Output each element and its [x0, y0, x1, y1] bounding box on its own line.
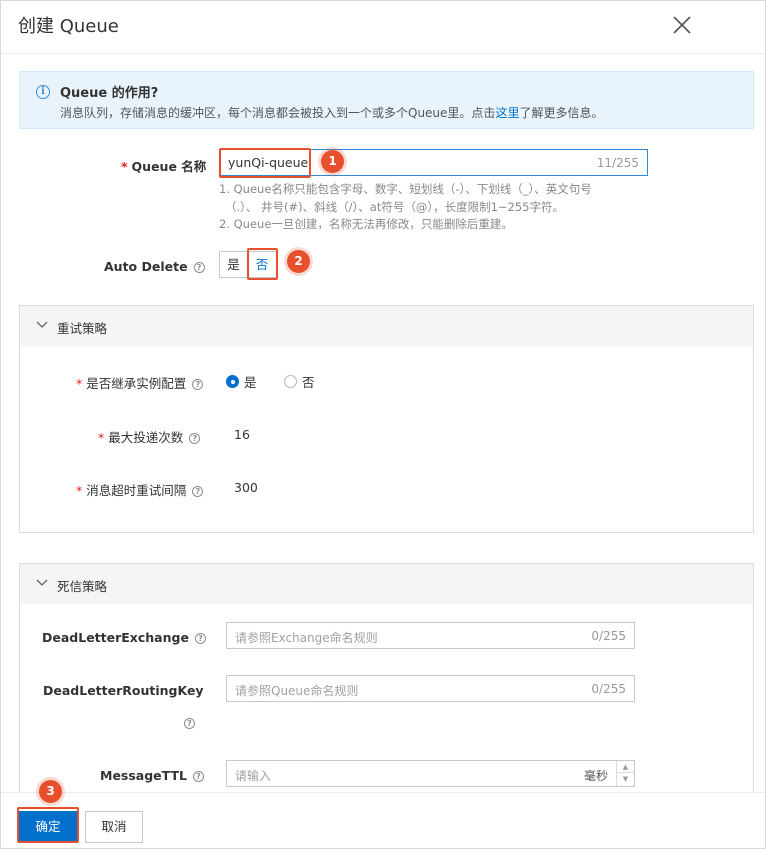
retry-policy-panel: 重试策略 * 是否继承实例配置? 是 否 * 最大投递次数? 16 * 消息超时重试间… — [19, 305, 754, 533]
ttl-stepper: ▲ ▼ — [616, 761, 634, 786]
retry-policy-title: 重试策略 — [57, 321, 108, 336]
inherit-no-label: 否 — [302, 375, 315, 390]
notice-text-before: 消息队列，存储消息的缓冲区，每个消息都会被投入到一个或多个Queue里。点击 — [60, 106, 496, 120]
dead-letter-routing-key-counter: 0/255 — [591, 682, 626, 696]
dead-letter-exchange-label-text: DeadLetterExchange — [42, 630, 189, 645]
timeout-interval-value: 300 — [234, 480, 258, 495]
hint-line-2: （.）、 井号(#)、斜线（/）、at符号（@），长度限制1~255字符。 — [225, 199, 565, 214]
cancel-button[interactable]: 取消 — [85, 811, 143, 843]
queue-name-label-text: Queue 名称 — [131, 159, 207, 174]
inherit-yes-radio[interactable]: 是 — [226, 372, 257, 391]
dead-letter-exchange-placeholder: 请参照Exchange命名规则 — [235, 631, 378, 645]
dead-letter-policy-title: 死信策略 — [57, 579, 108, 594]
learn-more-link[interactable]: 这里 — [495, 106, 519, 120]
dialog-body[interactable]: i Queue 的作用? 消息队列，存储消息的缓冲区，每个消息都会被投入到一个或… — [1, 54, 765, 792]
create-queue-dialog: 创建 Queue i Queue 的作用? 消息队列，存储消息的缓冲区，每个消息… — [0, 0, 766, 849]
dead-letter-exchange-counter: 0/255 — [591, 629, 626, 643]
retry-policy-header[interactable]: 重试策略 — [20, 306, 753, 346]
auto-delete-label: Auto Delete? — [104, 259, 205, 274]
queue-name-value: yunQi-queue — [228, 155, 309, 170]
stepper-up-icon[interactable]: ▲ — [617, 761, 634, 773]
max-delivery-value: 16 — [234, 427, 250, 442]
message-ttl-input[interactable]: 请输入 毫秒 ▲ ▼ — [226, 760, 635, 787]
message-ttl-placeholder: 请输入 — [235, 769, 272, 783]
dialog-footer: 确定 取消 — [1, 792, 765, 848]
auto-delete-yes[interactable]: 是 — [219, 251, 248, 278]
max-delivery-label-text: 最大投递次数 — [108, 430, 184, 445]
timeout-interval-label: * 消息超时重试间隔? — [76, 480, 204, 499]
required-mark: * — [76, 376, 83, 391]
required-mark: * — [76, 483, 83, 498]
info-notice: i Queue 的作用? 消息队列，存储消息的缓冲区，每个消息都会被投入到一个或… — [19, 71, 754, 129]
dead-letter-routing-key-placeholder: 请参照Queue命名规则 — [235, 684, 359, 698]
queue-name-hint: 1. Queue名称只能包含字母、数字、短划线（-）、下划线（_）、英文句号 （… — [219, 181, 592, 234]
help-icon[interactable]: ? — [189, 433, 201, 444]
queue-name-counter: 11/255 — [596, 156, 639, 170]
message-ttl-label: MessageTTL? — [100, 768, 204, 783]
dead-letter-policy-panel: 死信策略 DeadLetterExchange? 请参照Exchange命名规则… — [19, 563, 754, 792]
close-icon — [673, 16, 691, 34]
inherit-config-label: * 是否继承实例配置? — [76, 373, 204, 392]
auto-delete-label-text: Auto Delete — [104, 259, 188, 274]
chevron-down-icon — [36, 321, 48, 328]
required-mark: * — [121, 159, 128, 174]
confirm-button[interactable]: 确定 — [19, 811, 77, 843]
help-icon[interactable]: ? — [192, 486, 204, 497]
dead-letter-policy-header[interactable]: 死信策略 — [20, 564, 753, 604]
inherit-yes-label: 是 — [244, 375, 257, 390]
dead-letter-exchange-input[interactable]: 请参照Exchange命名规则 0/255 — [226, 622, 635, 649]
step-badge-2: 2 — [287, 250, 310, 273]
timeout-interval-label-text: 消息超时重试间隔 — [86, 483, 187, 498]
inherit-config-label-text: 是否继承实例配置 — [86, 376, 187, 391]
radio-checked-icon — [226, 375, 239, 388]
message-ttl-label-text: MessageTTL — [100, 768, 187, 783]
chevron-down-icon — [36, 579, 48, 586]
auto-delete-toggle: 是 否 — [219, 251, 277, 278]
required-mark: * — [98, 430, 105, 445]
dialog-header: 创建 Queue — [1, 1, 765, 51]
notice-title: Queue 的作用? — [60, 86, 159, 101]
dead-letter-routing-key-label: DeadLetterRoutingKey — [43, 683, 204, 698]
step-badge-3: 3 — [39, 780, 62, 803]
help-icon[interactable]: ? — [194, 633, 206, 644]
step-badge-1: 1 — [321, 150, 344, 173]
queue-name-label: * Queue 名称 — [121, 156, 206, 175]
dead-letter-exchange-label: DeadLetterExchange? — [42, 630, 206, 645]
dead-letter-routing-key-input[interactable]: 请参照Queue命名规则 0/255 — [226, 675, 635, 702]
message-ttl-unit: 毫秒 — [583, 769, 608, 783]
max-delivery-label: * 最大投递次数? — [98, 427, 201, 446]
inherit-no-radio[interactable]: 否 — [284, 372, 315, 391]
hint-line-3: 2. Queue一旦创建，名称无法再修改，只能删除后重建。 — [219, 217, 513, 231]
help-icon[interactable]: ? — [192, 379, 204, 390]
help-icon[interactable]: ? — [192, 771, 204, 782]
notice-body: 消息队列，存储消息的缓冲区，每个消息都会被投入到一个或多个Queue里。点击这里… — [60, 104, 603, 121]
close-button[interactable] — [670, 13, 694, 37]
hint-line-1: 1. Queue名称只能包含字母、数字、短划线（-）、下划线（_）、英文句号 — [219, 182, 592, 196]
help-icon[interactable]: ? — [184, 718, 195, 729]
notice-text-after: 了解更多信息。 — [519, 106, 604, 120]
dialog-title: 创建 Queue — [18, 16, 119, 37]
auto-delete-no[interactable]: 否 — [248, 251, 277, 278]
info-icon: i — [36, 85, 50, 99]
stepper-down-icon[interactable]: ▼ — [617, 773, 634, 785]
radio-unchecked-icon — [284, 375, 297, 388]
queue-name-input[interactable]: yunQi-queue 11/255 — [219, 149, 648, 176]
help-icon[interactable]: ? — [193, 262, 205, 273]
